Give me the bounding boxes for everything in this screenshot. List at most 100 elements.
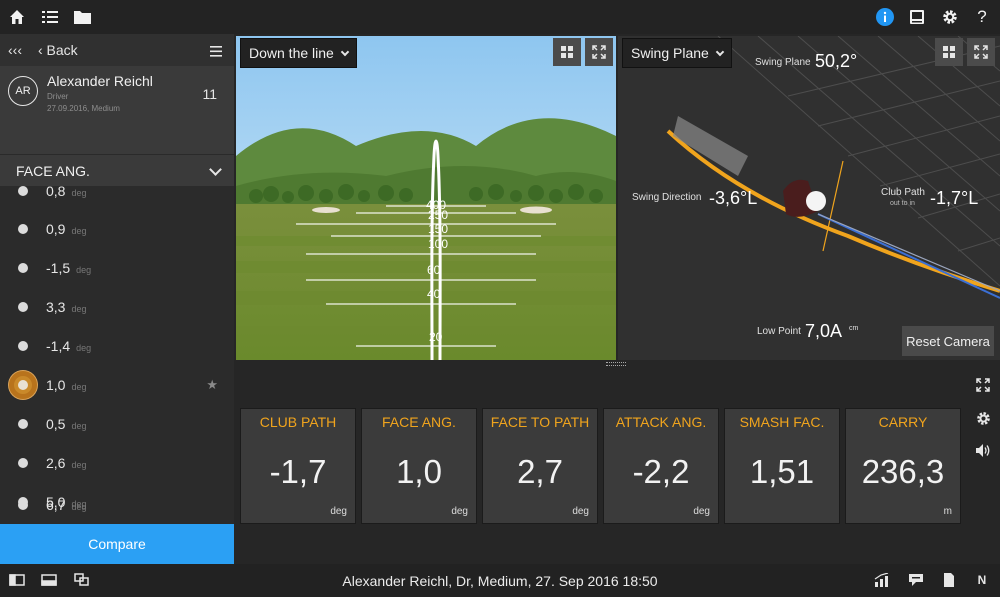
- shot-value: 2,6: [46, 455, 66, 471]
- view-dropdown-left-label: Down the line: [249, 45, 334, 61]
- distance-label-20: 20: [429, 330, 443, 344]
- list-item[interactable]: 2,6 deg: [0, 446, 234, 484]
- chevron-down-icon: [340, 47, 350, 57]
- view-dropdown-left[interactable]: Down the line: [240, 38, 357, 68]
- metrics-settings-icon[interactable]: [974, 409, 992, 427]
- shot-dot-icon: [18, 341, 28, 351]
- swing-plane-view[interactable]: Swing Plane Swing Plane 50,2° Swing Dire…: [618, 36, 1000, 360]
- compare-button[interactable]: Compare: [0, 524, 234, 564]
- info-icon[interactable]: [876, 8, 894, 26]
- metric-label: FACE ANG.: [382, 414, 456, 430]
- metric-label: SMASH FAC.: [739, 414, 825, 430]
- fullscreen-icon[interactable]: [585, 38, 613, 66]
- back-button[interactable]: ‹ Back: [38, 42, 78, 58]
- top-bar: ?: [0, 0, 1000, 34]
- list-item[interactable]: 0,9 deg: [0, 212, 234, 250]
- shot-value: -1,5: [46, 260, 71, 276]
- metric-label: FACE TO PATH: [490, 414, 590, 430]
- metric-tile-club-path[interactable]: CLUB PATH -1,7 deg: [240, 408, 356, 524]
- distance-label-100: 100: [428, 237, 449, 251]
- shot-dot-icon: [18, 302, 28, 312]
- distance-label-150: 150: [428, 222, 449, 236]
- distance-label-60: 60: [427, 263, 441, 277]
- shot-value: 0,9: [46, 221, 66, 237]
- home-icon[interactable]: [8, 8, 26, 26]
- bottom-bar: Alexander Reichl, Dr, Medium, 27. Sep 20…: [0, 564, 1000, 597]
- session-status: Alexander Reichl, Dr, Medium, 27. Sep 20…: [342, 573, 658, 589]
- star-icon[interactable]: ★: [206, 377, 218, 393]
- metric-tile-carry[interactable]: CARRY 236,3 m: [845, 408, 961, 524]
- shot-unit: deg: [71, 304, 87, 314]
- menu-icon[interactable]: [210, 44, 222, 62]
- metric-value: 236,3: [861, 453, 945, 490]
- metric-tile-attack-angle[interactable]: ATTACK ANG. -2,2 deg: [603, 408, 719, 524]
- metric-unit: deg: [451, 506, 468, 517]
- shot-unit: deg: [71, 382, 87, 392]
- down-the-line-view[interactable]: Down the line 400 250 150 100 60 40 20: [236, 36, 616, 360]
- shot-list[interactable]: 0,8 deg 0,9 deg -1,5 deg 3,3 deg -1,4 deg 1,0…: [0, 186, 234, 524]
- metric-label: ATTACK ANG.: [615, 414, 707, 430]
- user-club: Driver: [47, 92, 69, 101]
- reset-camera-button[interactable]: Reset Camera: [902, 326, 994, 356]
- stats-icon[interactable]: [874, 573, 890, 587]
- shot-unit: deg: [76, 343, 92, 353]
- shot-value: 1,0: [46, 377, 66, 393]
- grid-view-icon[interactable]: [935, 38, 963, 66]
- metric-unit: m: [943, 506, 952, 517]
- swing-direction-value: -3,6°L: [709, 188, 758, 208]
- grid-view-icon[interactable]: [553, 38, 581, 66]
- metric-value: -1,7: [269, 453, 327, 490]
- settings-icon[interactable]: [941, 8, 959, 26]
- north-indicator[interactable]: N: [974, 573, 990, 587]
- metric-selector[interactable]: FACE ANG.: [0, 154, 234, 186]
- shot-dot-icon: [18, 224, 28, 234]
- chevron-down-icon: [209, 163, 222, 176]
- book-icon[interactable]: [908, 8, 926, 26]
- view-dropdown-right[interactable]: Swing Plane: [622, 38, 732, 68]
- metric-tile-face-angle[interactable]: FACE ANG. 1,0 deg: [361, 408, 477, 524]
- club-path-label: Club Path: [881, 187, 925, 198]
- low-point-value: 7,0A: [805, 321, 843, 341]
- list-icon[interactable]: [41, 8, 59, 26]
- shot-unit: deg: [71, 188, 87, 198]
- shot-unit: deg: [71, 502, 87, 512]
- metric-value: -2,2: [632, 453, 690, 490]
- list-item[interactable]: -1,5 deg: [0, 251, 234, 289]
- club-path-value: -1,7°L: [930, 188, 979, 208]
- folder-icon[interactable]: [73, 8, 91, 26]
- shot-dot-icon: [18, 186, 28, 196]
- resize-handle[interactable]: [606, 362, 626, 366]
- expand-metrics-icon[interactable]: [974, 376, 992, 394]
- collapse-sidebar-icon[interactable]: ‹‹‹: [8, 42, 22, 58]
- distance-label-250: 250: [428, 208, 449, 222]
- metric-unit: deg: [572, 506, 589, 517]
- shot-value: -1,4: [46, 338, 71, 354]
- shot-value: 0,5: [46, 416, 66, 432]
- list-item-selected[interactable]: 1,0 deg ★: [0, 368, 234, 406]
- metric-unit: deg: [330, 506, 347, 517]
- sidebar-nav: ‹‹‹ ‹ Back: [0, 34, 234, 66]
- low-point-unit: cm: [849, 325, 859, 332]
- list-item[interactable]: 0,5 deg: [0, 407, 234, 445]
- list-item[interactable]: -1,4 deg: [0, 329, 234, 367]
- metric-tile-smash-factor[interactable]: SMASH FAC. 1,51: [724, 408, 840, 524]
- swing-direction-label: Swing Direction: [632, 192, 702, 203]
- sound-icon[interactable]: [974, 441, 992, 459]
- swing-plane-label: Swing Plane: [755, 57, 811, 68]
- list-item[interactable]: 6,7 deg: [0, 488, 234, 526]
- shot-value: 0,8: [46, 186, 66, 199]
- bookmark-icon[interactable]: [941, 573, 957, 587]
- shot-unit: deg: [71, 460, 87, 470]
- metric-tile-face-to-path[interactable]: FACE TO PATH 2,7 deg: [482, 408, 598, 524]
- shot-dot-icon: [18, 419, 28, 429]
- comment-icon[interactable]: [908, 573, 924, 587]
- list-item[interactable]: 3,3 deg: [0, 290, 234, 328]
- avatar: AR: [8, 76, 38, 106]
- metric-value: 2,7: [517, 453, 563, 490]
- shot-unit: deg: [71, 421, 87, 431]
- fullscreen-icon[interactable]: [967, 38, 995, 66]
- club-path-sublabel: out to in: [890, 200, 915, 207]
- help-icon[interactable]: ?: [973, 7, 991, 26]
- list-item[interactable]: 0,8 deg: [0, 186, 234, 212]
- metric-unit: deg: [693, 506, 710, 517]
